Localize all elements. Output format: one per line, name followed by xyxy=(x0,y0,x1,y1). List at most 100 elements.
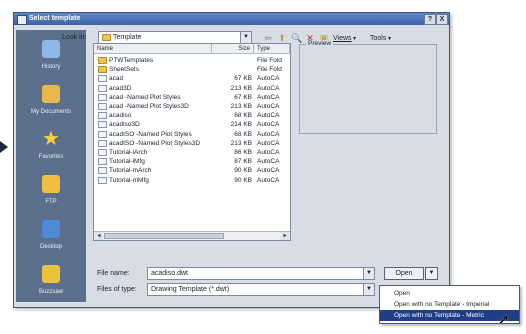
file-name: Tutorial-iMfg xyxy=(109,158,145,166)
file-size: 213 KB xyxy=(230,103,252,110)
sidebar-item-my-documents[interactable]: My Documents xyxy=(16,83,86,133)
file-type: AutoCA xyxy=(257,121,280,129)
column-header-type[interactable]: Type xyxy=(254,44,290,54)
views-menu[interactable]: Views xyxy=(333,35,352,42)
template-file-icon xyxy=(98,176,107,184)
file-list-row[interactable]: acad 67 KB AutoCA xyxy=(94,74,290,83)
file-type: File Fold xyxy=(257,57,282,64)
file-type: AutoCA xyxy=(257,130,280,138)
file-list-row[interactable]: acadiso3D 214 KB AutoCA xyxy=(94,120,290,129)
file-list-row[interactable]: acadISO -Named Plot Styles3D 213 KB AutoCA xyxy=(94,139,290,148)
file-size: 213 KB xyxy=(230,84,252,92)
mouse-cursor-icon: ➚ xyxy=(498,311,510,327)
up-folder-icon[interactable]: ⬆ xyxy=(277,33,287,43)
file-list-row[interactable]: Tutorial-mArch 90 KB AutoCA xyxy=(94,166,290,175)
window-title: Select template xyxy=(29,15,81,22)
file-name: Tutorial-iArch xyxy=(109,149,148,156)
file-name: acadISO -Named Plot Styles3D xyxy=(109,139,201,147)
menu-item-open-imperial[interactable]: Open with no Template - Imperial xyxy=(380,299,519,310)
file-list-row[interactable]: Tutorial-iMfg 87 KB AutoCA xyxy=(94,157,290,166)
file-name: acadISO -Named Plot Styles xyxy=(109,130,192,138)
file-type: AutoCA xyxy=(257,176,280,184)
file-list-row[interactable]: acadISO -Named Plot Styles 68 KB AutoCA xyxy=(94,130,290,139)
file-name: acad3D xyxy=(109,84,132,92)
filetype-dropdown[interactable]: Drawing Template (*.dwt) ▼ xyxy=(147,283,375,296)
filetype-label: Files of type: xyxy=(97,286,137,293)
open-options-dropdown-icon[interactable]: ▼ xyxy=(425,267,438,280)
preview-panel: Preview xyxy=(299,40,437,134)
scroll-left-arrow-icon[interactable]: ◂ xyxy=(95,232,103,240)
template-file-icon xyxy=(98,139,107,147)
views-chevron-icon[interactable]: ▾ xyxy=(353,35,356,42)
close-button[interactable]: X xyxy=(436,14,448,25)
template-file-icon xyxy=(98,103,107,110)
select-template-dialog: Select template ? X History My Documents… xyxy=(13,12,450,308)
open-button[interactable]: Open xyxy=(384,267,424,280)
file-name: acad -Named Plot Styles xyxy=(109,93,181,101)
filetype-chevron-icon[interactable]: ▼ xyxy=(363,284,374,295)
file-size: 87 KB xyxy=(234,158,252,166)
open-button-label: Open xyxy=(395,270,413,277)
template-file-icon xyxy=(98,84,107,92)
file-list-row[interactable]: acadiso 68 KB AutoCA xyxy=(94,111,290,120)
tools-menu[interactable]: Tools xyxy=(370,35,386,42)
template-file-icon xyxy=(98,158,107,166)
folder-icon xyxy=(98,57,107,64)
lookin-label: Look in: xyxy=(62,34,87,41)
scroll-thumb[interactable] xyxy=(104,233,224,239)
chevron-down-icon[interactable]: ▼ xyxy=(240,32,251,43)
file-list-row[interactable]: acad -Named Plot Styles3D 213 KB AutoCA xyxy=(94,102,290,111)
filename-input[interactable]: acadiso.dwt ▼ xyxy=(147,267,375,280)
file-list-row[interactable]: SheetSets File Fold xyxy=(94,65,290,74)
preview-label: Preview xyxy=(306,40,334,47)
column-header-size[interactable]: Size xyxy=(212,44,254,54)
desktop-icon xyxy=(42,220,60,238)
template-file-icon xyxy=(98,130,107,138)
folder-icon xyxy=(102,34,111,41)
file-type: AutoCA xyxy=(257,167,280,175)
file-size: 68 KB xyxy=(234,112,252,120)
sidebar-item-buzzsaw[interactable]: Buzzsaw xyxy=(16,263,86,313)
file-size: 90 KB xyxy=(234,167,252,175)
favorites-star-icon: ★ xyxy=(42,128,60,150)
sidebar-item-desktop[interactable]: Desktop xyxy=(16,218,86,268)
tools-chevron-icon[interactable]: ▾ xyxy=(388,35,391,42)
file-list-row[interactable]: acad3D 213 KB AutoCA xyxy=(94,84,290,93)
file-list-row[interactable]: Tutorial-mMfg 90 KB AutoCA xyxy=(94,176,290,185)
file-type: AutoCA xyxy=(257,84,280,92)
template-file-icon xyxy=(98,75,107,83)
file-type: File Fold xyxy=(257,66,282,74)
file-list-row[interactable]: acad -Named Plot Styles 67 KB AutoCA xyxy=(94,93,290,102)
file-type: AutoCA xyxy=(257,139,280,147)
template-file-icon xyxy=(98,112,107,120)
file-type: AutoCA xyxy=(257,103,280,110)
file-type: AutoCA xyxy=(257,112,280,120)
file-size: 213 KB xyxy=(230,139,252,147)
file-size: 214 KB xyxy=(230,121,252,129)
file-type: AutoCA xyxy=(257,158,280,166)
file-name: Tutorial-mMfg xyxy=(109,176,149,184)
file-size: 68 KB xyxy=(234,130,252,138)
title-bar: Select template ? X xyxy=(14,13,449,25)
scroll-right-arrow-icon[interactable]: ▸ xyxy=(281,232,289,240)
horizontal-scrollbar[interactable]: ◂ ▸ xyxy=(94,231,290,240)
file-name: SheetSets xyxy=(109,66,139,74)
filename-dropdown-icon[interactable]: ▼ xyxy=(363,268,374,279)
template-file-icon xyxy=(98,93,107,101)
sidebar-item-history[interactable]: History xyxy=(16,38,86,88)
file-list-row[interactable]: PTWTemplates File Fold xyxy=(94,56,290,65)
history-icon xyxy=(42,40,60,58)
back-arrow-icon[interactable]: ⇦ xyxy=(263,33,273,43)
file-size: 67 KB xyxy=(234,75,252,83)
sidebar-item-favorites[interactable]: ★ Favorites xyxy=(16,128,86,178)
sidebar-item-ftp[interactable]: FTP xyxy=(16,173,86,223)
file-name: acad -Named Plot Styles3D xyxy=(109,103,189,110)
file-list-row[interactable]: Tutorial-iArch 86 KB AutoCA xyxy=(94,148,290,157)
menu-item-open[interactable]: Open xyxy=(380,288,519,299)
help-button[interactable]: ? xyxy=(424,14,436,25)
file-size: 90 KB xyxy=(234,176,252,184)
search-web-icon[interactable]: 🔍 xyxy=(291,33,302,43)
file-type: AutoCA xyxy=(257,149,280,156)
column-header-name[interactable]: Name xyxy=(94,44,212,54)
template-file-icon xyxy=(98,149,107,156)
